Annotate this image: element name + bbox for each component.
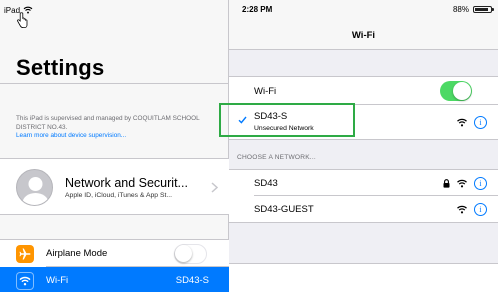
network-name: SD43 [254, 177, 278, 189]
wifi-toggle-row: Wi-Fi [229, 77, 498, 105]
cursor-icon [17, 12, 28, 28]
sidebar-item-label: Airplane Mode [46, 248, 108, 259]
divider [0, 83, 229, 84]
supervision-link[interactable]: Learn more about device supervision... [16, 132, 216, 141]
network-icons: i [456, 115, 487, 129]
sidebar-item-wifi[interactable]: Wi-Fi SD43-S [0, 267, 229, 292]
network-name: SD43-GUEST [254, 203, 314, 215]
network-icons: i [443, 176, 487, 190]
account-row[interactable]: Network and Securit... Apple ID, iCloud,… [0, 158, 229, 215]
chevron-right-icon [211, 182, 218, 193]
page-title: Settings [16, 55, 105, 80]
status-time: 2:28 PM [242, 5, 273, 14]
network-row[interactable]: SD43 i [229, 170, 498, 196]
wifi-detail-pane: Wi-Fi Wi-Fi SD43-S Unsecured Network i C… [219, 0, 498, 292]
status-bar-right: 88% [452, 5, 494, 14]
wifi-label: Wi-Fi [254, 85, 277, 97]
network-row[interactable]: SD43-GUEST i [229, 196, 498, 222]
highlight-box [219, 103, 355, 137]
wifi-signal-icon [457, 179, 467, 187]
network-icons: i [456, 202, 487, 216]
battery-icon [473, 6, 494, 13]
account-name: Network and Securit... [65, 176, 188, 190]
wifi-signal-icon [457, 205, 467, 213]
settings-list: Airplane Mode Wi-Fi SD43-S [0, 239, 229, 292]
connected-network-row[interactable]: SD43-S Unsecured Network i [219, 103, 498, 139]
lock-icon [443, 178, 450, 188]
sidebar-item-airplane-mode[interactable]: Airplane Mode [0, 240, 229, 267]
airplane-icon [16, 244, 34, 263]
wifi-group: Wi-Fi SD43-S Unsecured Network i [219, 76, 498, 140]
info-icon[interactable]: i [474, 176, 487, 190]
section-header: CHOOSE A NETWORK... [237, 154, 316, 161]
nav-title: Wi-Fi [351, 30, 376, 41]
info-icon[interactable]: i [474, 115, 487, 129]
info-icon[interactable]: i [474, 202, 487, 216]
avatar [16, 169, 53, 206]
account-subtitle: Apple ID, iCloud, iTunes & App St... [65, 192, 173, 199]
supervision-notice: This iPad is supervised and managed by C… [16, 115, 216, 141]
settings-master-pane: Settings This iPad is supervised and man… [0, 0, 229, 292]
sidebar-item-value: SD43-S [175, 275, 209, 286]
wifi-toggle[interactable] [440, 81, 472, 101]
wifi-icon [16, 271, 34, 290]
supervision-text: This iPad is supervised and managed by C… [16, 115, 200, 131]
battery-percent: 88% [452, 5, 469, 14]
airplane-mode-toggle[interactable] [174, 244, 207, 264]
wifi-signal-icon [457, 118, 467, 126]
other-networks-group [229, 263, 498, 292]
sidebar-item-label: Wi-Fi [46, 275, 69, 286]
network-list: SD43 i SD43-GUEST i [229, 169, 498, 223]
